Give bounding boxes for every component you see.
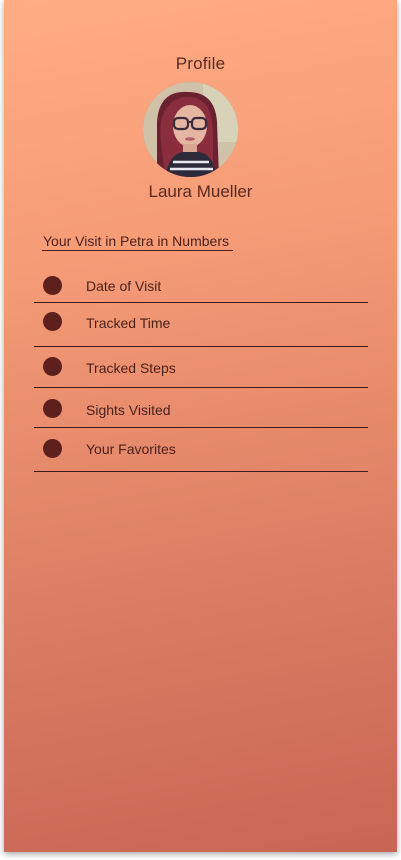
bullet-dot-icon [43,439,62,458]
page-title: Profile [175,54,226,73]
row-divider [34,302,368,303]
stat-label: Tracked Steps [86,360,176,376]
row-divider [34,346,368,347]
bullet-dot-icon [43,312,62,331]
stat-label: Tracked Time [86,315,171,331]
avatar-image [143,82,238,177]
user-name: Laura Mueller [148,182,253,201]
bullet-dot-icon [43,357,62,376]
profile-screen: Profile Laura Mueller Your Visit in Petr… [4,0,397,852]
row-divider [34,427,368,428]
stat-row-tracked-steps[interactable]: Tracked Steps [34,354,368,398]
avatar[interactable] [143,82,238,177]
bullet-dot-icon [43,399,62,418]
stats-section-title: Your Visit in Petra in Numbers [42,233,233,251]
row-divider [34,387,368,388]
stat-label: Your Favorites [86,441,176,457]
stat-label: Sights Visited [86,402,171,418]
stat-row-your-favorites[interactable]: Your Favorites [34,435,368,479]
row-divider [34,471,368,472]
stat-label: Date of Visit [86,278,162,294]
bullet-dot-icon [43,276,62,295]
stat-row-sights-visited[interactable]: Sights Visited [34,396,368,440]
